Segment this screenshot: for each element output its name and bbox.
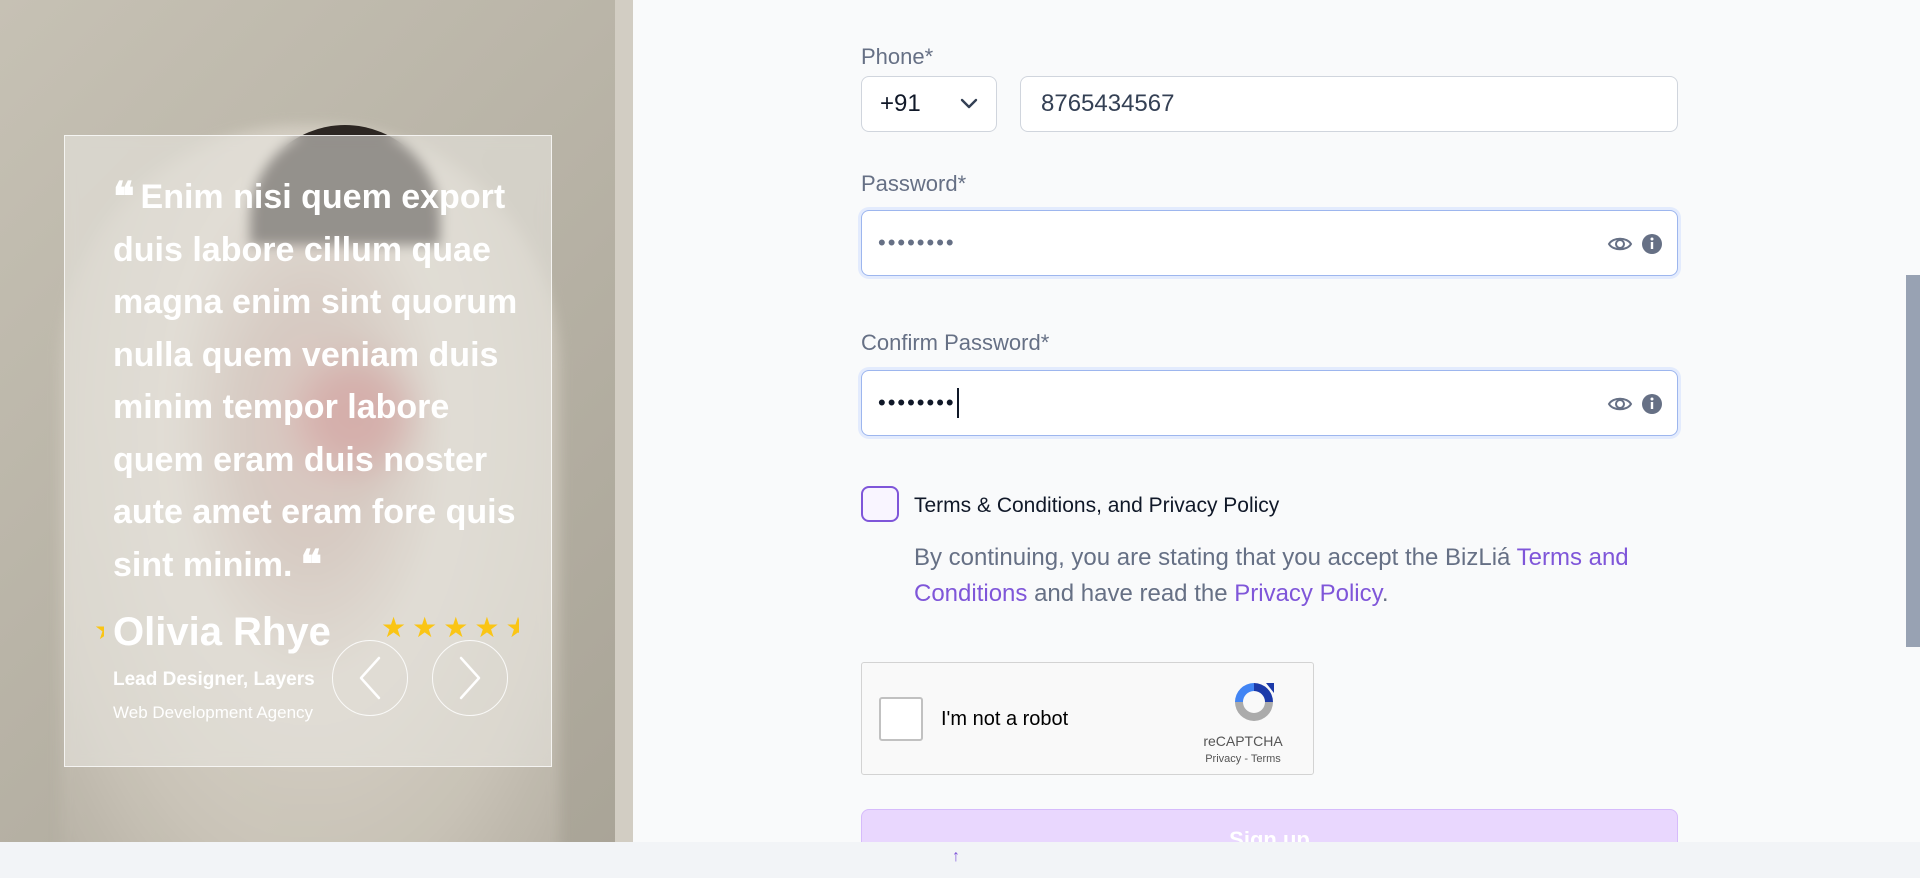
hero-edge [615,0,633,842]
testimonial-card: ❝ Enim nisi quem export duis labore cillu… [64,135,552,767]
country-code-value: +91 [880,90,921,117]
recaptcha-checkbox[interactable] [879,697,923,741]
password-input[interactable]: •••••••• [861,210,1678,276]
country-code-select[interactable]: +91 [861,76,997,132]
star-icon: ★ [94,616,104,644]
recaptcha-widget: I'm not a robot reCAPTCHA Privacy - Term… [861,662,1314,775]
terms-text-before: By continuing, you are stating that you … [914,544,1517,571]
terms-description: By continuing, you are stating that you … [914,540,1694,612]
chevron-right-icon [459,656,481,700]
testimonial-quote: ❝ Enim nisi quem export duis labore cillu… [113,171,533,591]
privacy-policy-link[interactable]: Privacy Policy [1234,580,1382,607]
terms-text-after: . [1381,580,1389,607]
password-label: Password* [861,171,967,196]
star-half-icon: ★ [505,614,520,642]
text-caret [956,388,959,418]
star-icon: ★ [412,612,438,643]
terms-checkbox[interactable] [861,486,899,522]
confirm-password-label: Confirm Password* [861,330,1050,355]
password-value: •••••••• [878,230,956,255]
arrow-up-icon[interactable]: ↑ [952,848,960,866]
testimonial-company: Web Development Agency [113,703,314,722]
eye-icon[interactable] [1607,393,1633,415]
scrollbar-thumb[interactable] [1906,275,1920,647]
phone-input[interactable]: 8765434567 [1020,76,1678,132]
terms-text-middle: and have read the [1027,580,1235,607]
info-icon[interactable] [1641,233,1663,255]
next-testimonial-button[interactable] [432,640,508,716]
star-icon: ★ [443,612,469,643]
confirm-password-value: •••••••• [878,390,956,415]
confirm-password-input[interactable]: •••••••• [861,370,1678,436]
star-icon: ★ [381,612,407,643]
terms-title: Terms & Conditions, and Privacy Policy [914,494,1280,517]
recaptcha-label: I'm not a robot [941,708,1069,730]
bottom-bar [0,842,1920,878]
quote-open-icon: ❝ [113,173,135,220]
testimonial-role: Lead Designer, Layers [113,669,315,690]
rating-stars: ★ ★ ★ ★ ★ [381,614,519,642]
phone-value: 8765434567 [1041,90,1175,117]
info-icon[interactable] [1641,393,1663,415]
hero-panel: ❝ Enim nisi quem export duis labore cillu… [0,0,633,842]
phone-label: Phone* [861,44,934,69]
quote-close-icon: ❝ [300,540,322,588]
recaptcha-logo-icon [1235,683,1274,721]
star-icon: ★ [474,612,500,643]
testimonial-quote-text: Enim nisi quem export duis labore cillum… [113,178,518,584]
chevron-left-icon [359,656,381,700]
previous-testimonial-button[interactable] [332,640,408,716]
recaptcha-brand: reCAPTCHA [1203,733,1283,749]
eye-icon[interactable] [1607,233,1633,255]
recaptcha-links[interactable]: Privacy - Terms [1188,753,1298,765]
testimonial-name: Olivia Rhye [113,610,331,654]
chevron-down-icon [960,98,978,109]
